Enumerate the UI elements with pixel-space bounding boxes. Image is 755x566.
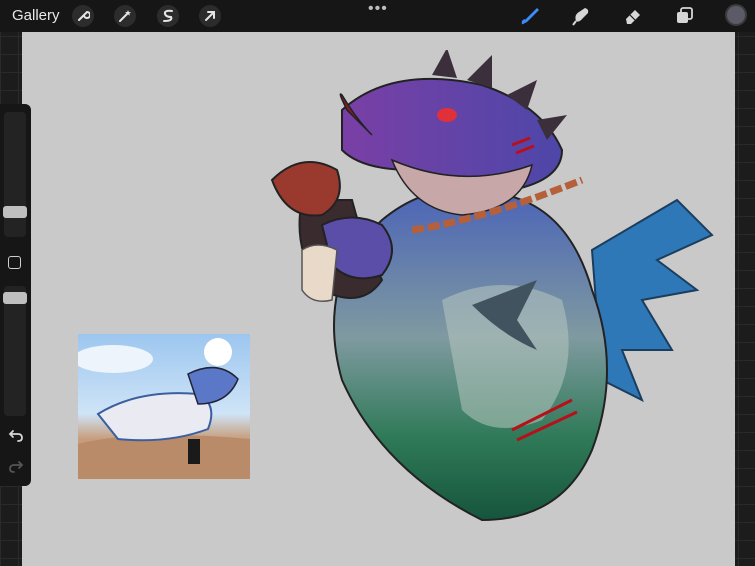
actions-button[interactable]	[72, 5, 94, 27]
more-options-dots[interactable]: •••	[368, 0, 388, 18]
selection-button[interactable]	[157, 5, 179, 27]
smudge-tool[interactable]	[569, 5, 593, 27]
brush-icon	[521, 8, 539, 25]
wrench-icon	[78, 10, 90, 21]
dragon-artwork	[270, 50, 714, 522]
undo-button[interactable]	[7, 426, 25, 444]
smudge-icon	[572, 8, 589, 26]
magic-wand-icon	[119, 10, 131, 22]
opacity-slider[interactable]	[4, 286, 26, 416]
eraser-tool[interactable]	[621, 5, 645, 27]
top-toolbar: Gallery •••	[0, 0, 755, 32]
transform-button[interactable]	[199, 5, 221, 27]
redo-button[interactable]	[7, 457, 25, 475]
selection-s-icon	[163, 9, 173, 22]
layers-tool[interactable]	[673, 5, 697, 27]
brush-size-slider[interactable]	[4, 112, 26, 237]
color-picker-swatch[interactable]	[725, 4, 747, 26]
gallery-button[interactable]: Gallery	[12, 7, 60, 24]
left-sidebar	[0, 104, 31, 486]
eraser-icon	[626, 10, 640, 24]
transform-arrow-icon	[205, 11, 215, 21]
reference-image[interactable]	[78, 334, 250, 479]
reference-scene	[78, 338, 250, 479]
layers-icon	[677, 7, 693, 23]
brush-tool[interactable]	[519, 5, 543, 27]
modify-button[interactable]	[8, 256, 21, 269]
adjustments-button[interactable]	[114, 5, 136, 27]
undo-icon	[8, 430, 23, 442]
brush-size-thumb[interactable]	[3, 206, 27, 218]
redo-icon	[9, 461, 24, 473]
opacity-thumb[interactable]	[3, 292, 27, 304]
